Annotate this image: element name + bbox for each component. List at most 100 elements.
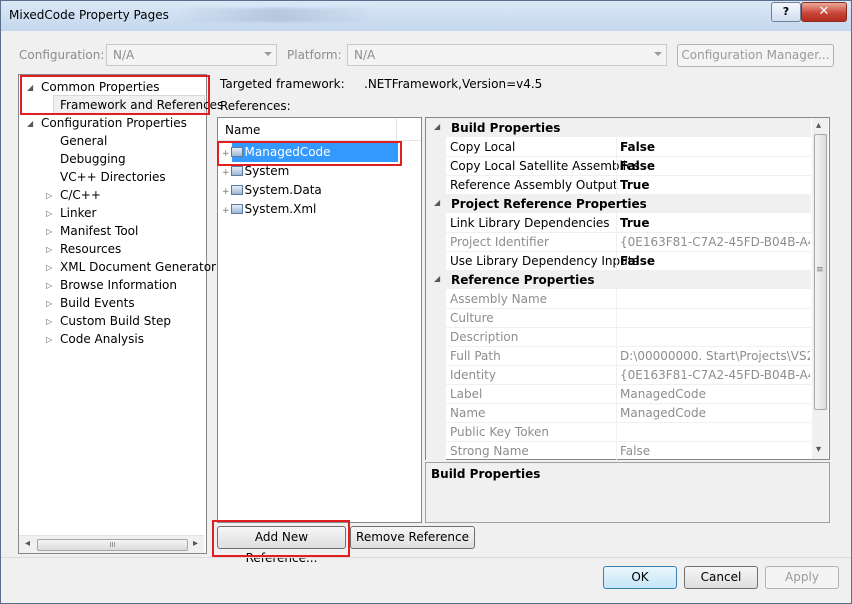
reference-icon: [230, 165, 243, 176]
tree-item[interactable]: Manifest Tool: [60, 224, 138, 238]
tree-item[interactable]: Build Events: [60, 296, 135, 310]
collapse-arrow-icon[interactable]: ◢: [434, 274, 440, 283]
expand-arrow-icon[interactable]: ▷: [46, 227, 52, 236]
tree-item[interactable]: Resources: [60, 242, 121, 256]
property-row[interactable]: Assembly Name: [426, 289, 811, 309]
platform-label: Platform:: [287, 48, 342, 62]
remove-reference-button[interactable]: Remove Reference: [350, 526, 475, 549]
ok-button[interactable]: OK: [603, 566, 677, 589]
property-row[interactable]: Reference Assembly Output True: [426, 175, 811, 195]
reference-item[interactable]: + System: [222, 164, 289, 178]
property-row[interactable]: Description: [426, 327, 811, 347]
tree-item[interactable]: C/C++: [60, 188, 101, 202]
configuration-manager-button[interactable]: Configuration Manager...: [677, 44, 834, 67]
column-divider: [616, 289, 617, 308]
collapse-arrow-icon[interactable]: ◢: [434, 122, 440, 131]
property-category[interactable]: ◢ Reference Properties: [426, 270, 811, 289]
property-name: Copy Local: [450, 140, 516, 154]
expand-arrow-icon[interactable]: ▷: [46, 299, 52, 308]
platform-dropdown[interactable]: N/A: [347, 44, 667, 66]
property-row[interactable]: Culture: [426, 308, 811, 328]
tree-item[interactable]: XML Document Generator: [60, 260, 216, 274]
row-gutter: [426, 156, 446, 175]
property-category[interactable]: ◢ Build Properties: [426, 118, 811, 137]
property-value[interactable]: False: [620, 140, 810, 154]
property-row[interactable]: Project Identifier {0E163F81-C7A2-45FD-B0…: [426, 232, 811, 252]
platform-value: N/A: [354, 48, 376, 62]
reference-item[interactable]: + System.Xml: [222, 202, 316, 216]
row-gutter: [426, 441, 446, 460]
property-name: Reference Assembly Output: [450, 178, 618, 192]
scroll-thumb[interactable]: III: [37, 539, 188, 551]
scroll-right-icon[interactable]: ▸: [193, 538, 198, 549]
property-row[interactable]: Strong Name False: [426, 441, 811, 461]
expand-arrow-icon[interactable]: ▷: [46, 191, 52, 200]
category-title: Project Reference Properties: [451, 197, 647, 211]
annotation-highlight-box: [212, 520, 350, 557]
expand-arrow-icon[interactable]: ▷: [46, 245, 52, 254]
property-row[interactable]: Name ManagedCode: [426, 403, 811, 423]
property-name: Assembly Name: [450, 292, 548, 306]
apply-button[interactable]: Apply: [765, 566, 839, 589]
expand-arrow-icon[interactable]: ▷: [46, 317, 52, 326]
property-value[interactable]: False: [620, 159, 810, 173]
property-row[interactable]: Identity {0E163F81-C7A2-45FD-B04B-A424ED: [426, 365, 811, 385]
property-row[interactable]: Use Library Dependency Inputs False: [426, 251, 811, 271]
property-value[interactable]: True: [620, 216, 810, 230]
expand-plus-icon[interactable]: +: [222, 168, 230, 178]
property-row[interactable]: Copy Local False: [426, 137, 811, 157]
scroll-thumb[interactable]: ≡: [814, 134, 827, 410]
scroll-left-icon[interactable]: ◂: [25, 538, 30, 549]
property-row[interactable]: Link Library Dependencies True: [426, 213, 811, 233]
expand-arrow-icon[interactable]: ▷: [46, 335, 52, 344]
reference-name: System: [244, 164, 290, 178]
grid-vscrollbar[interactable]: ▴ ≡ ▾: [812, 118, 828, 459]
title-bar-ghost: [177, 8, 377, 22]
tree-item[interactable]: Code Analysis: [60, 332, 144, 346]
row-gutter: [426, 175, 446, 194]
tree-item[interactable]: Linker: [60, 206, 96, 220]
row-gutter: [426, 289, 446, 308]
expand-arrow-icon[interactable]: ▷: [46, 263, 52, 272]
collapse-arrow-icon[interactable]: ◢: [27, 119, 33, 128]
title-bar: MixedCode Property Pages ? ✕: [1, 1, 851, 31]
configuration-value: N/A: [113, 48, 135, 62]
tree-item[interactable]: Browse Information: [60, 278, 177, 292]
column-divider: [616, 365, 617, 384]
references-label: References:: [220, 99, 291, 113]
tree-item[interactable]: Debugging: [60, 152, 126, 166]
configuration-dropdown[interactable]: N/A: [106, 44, 277, 66]
collapse-arrow-icon[interactable]: ◢: [434, 198, 440, 207]
scroll-up-icon[interactable]: ▴: [816, 120, 821, 131]
row-gutter: [426, 346, 446, 365]
reference-item[interactable]: + System.Data: [222, 183, 322, 197]
tree-item[interactable]: General: [60, 134, 107, 148]
property-category[interactable]: ◢ Project Reference Properties: [426, 194, 811, 213]
close-button[interactable]: ✕: [801, 2, 847, 22]
tree-item[interactable]: VC++ Directories: [60, 170, 166, 184]
property-value: {0E163F81-C7A2-45FD-B04B-A424ED: [620, 368, 810, 382]
cancel-button[interactable]: Cancel: [684, 566, 758, 589]
expand-plus-icon[interactable]: +: [222, 206, 230, 216]
expand-arrow-icon[interactable]: ▷: [46, 209, 52, 218]
property-value[interactable]: True: [620, 178, 810, 192]
scroll-down-icon[interactable]: ▾: [816, 444, 821, 455]
expand-arrow-icon[interactable]: ▷: [46, 281, 52, 290]
tree-item[interactable]: Configuration Properties: [41, 116, 187, 130]
name-column-header[interactable]: Name: [225, 123, 260, 137]
description-title: Build Properties: [431, 467, 541, 481]
help-button[interactable]: ?: [771, 2, 801, 22]
targeted-framework-label: Targeted framework:: [220, 77, 345, 91]
property-row[interactable]: Full Path D:\00000000. Start\Projects\VS2…: [426, 346, 811, 366]
property-name: Label: [450, 387, 483, 401]
tree-hscrollbar[interactable]: ◂ III ▸: [19, 535, 204, 553]
expand-plus-icon[interactable]: +: [222, 187, 230, 197]
property-row[interactable]: Label ManagedCode: [426, 384, 811, 404]
property-row[interactable]: Public Key Token: [426, 422, 811, 442]
row-gutter: [426, 365, 446, 384]
property-name: Full Path: [450, 349, 501, 363]
property-name: Copy Local Satellite Assemblies: [450, 159, 640, 173]
property-value[interactable]: False: [620, 254, 810, 268]
property-row[interactable]: Copy Local Satellite Assemblies False: [426, 156, 811, 176]
tree-item[interactable]: Custom Build Step: [60, 314, 171, 328]
